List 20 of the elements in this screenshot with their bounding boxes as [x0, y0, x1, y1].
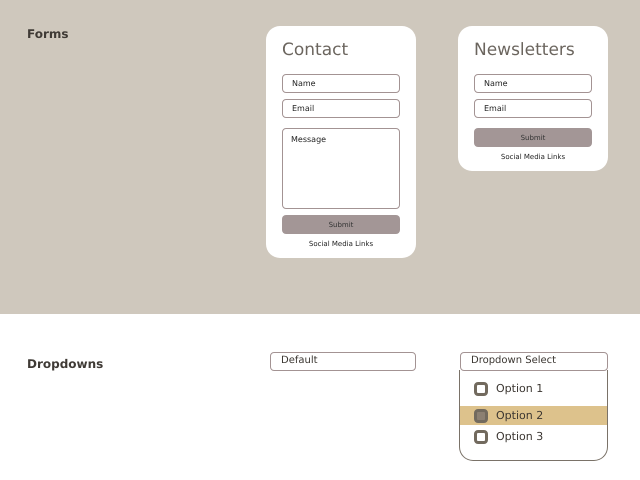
dropdown-option[interactable]: Option 3 — [460, 425, 607, 448]
checkbox-icon — [474, 408, 488, 422]
dropdown-option[interactable]: Option 1 — [460, 377, 607, 400]
select-field[interactable]: Dropdown Select — [460, 352, 608, 371]
checkbox-icon — [474, 382, 488, 396]
card-title: Newsletters — [474, 40, 576, 60]
input-field[interactable]: Name — [282, 74, 400, 93]
option-label: Option 1 — [496, 382, 544, 395]
section-heading: Dropdowns — [27, 357, 104, 371]
option-label: Option 3 — [496, 430, 544, 443]
select-field[interactable]: Default — [270, 352, 416, 371]
card-title: Contact — [282, 40, 350, 60]
input-field[interactable]: Email — [282, 99, 400, 118]
input-field[interactable]: Name — [474, 74, 592, 93]
dropdown-option[interactable]: Option 2 — [460, 406, 607, 425]
message-field[interactable]: Message — [282, 128, 400, 209]
section-heading: Forms — [27, 27, 70, 41]
option-label: Option 2 — [496, 409, 544, 422]
input-field[interactable]: Email — [474, 99, 592, 118]
checkbox-icon — [474, 430, 488, 444]
